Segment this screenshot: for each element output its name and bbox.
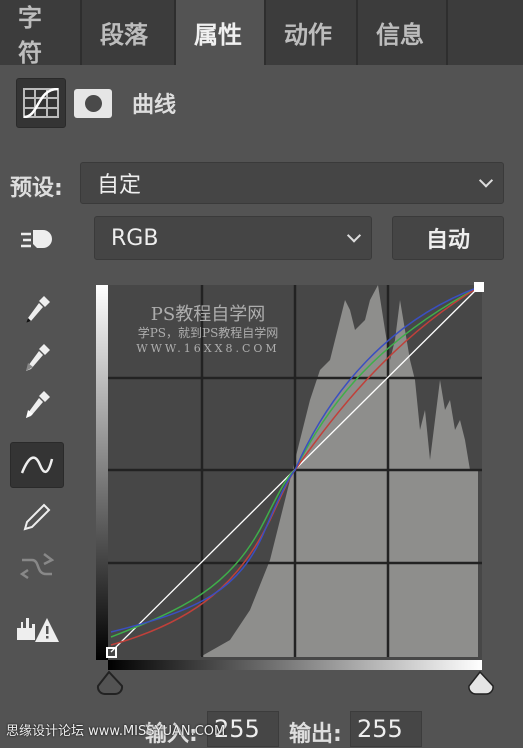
curves-graph[interactable] <box>0 0 523 745</box>
white-input-slider[interactable] <box>468 670 494 695</box>
watermark-url: WWW.16XX8.COM <box>136 342 280 355</box>
output-label: 输出: <box>289 722 342 747</box>
black-input-slider[interactable] <box>96 670 124 696</box>
white-point-handle[interactable] <box>474 282 484 292</box>
watermark-title: PS教程自学网 <box>150 304 266 325</box>
output-gradient-bar <box>96 285 108 660</box>
footer-watermark: 思缘设计论坛 www.MISSYUAN.COM <box>6 724 226 739</box>
watermark-subtitle: 学PS，就到PS教程自学网 <box>137 326 279 340</box>
input-gradient-bar <box>108 660 482 670</box>
output-value-field[interactable]: 255 <box>350 711 422 747</box>
